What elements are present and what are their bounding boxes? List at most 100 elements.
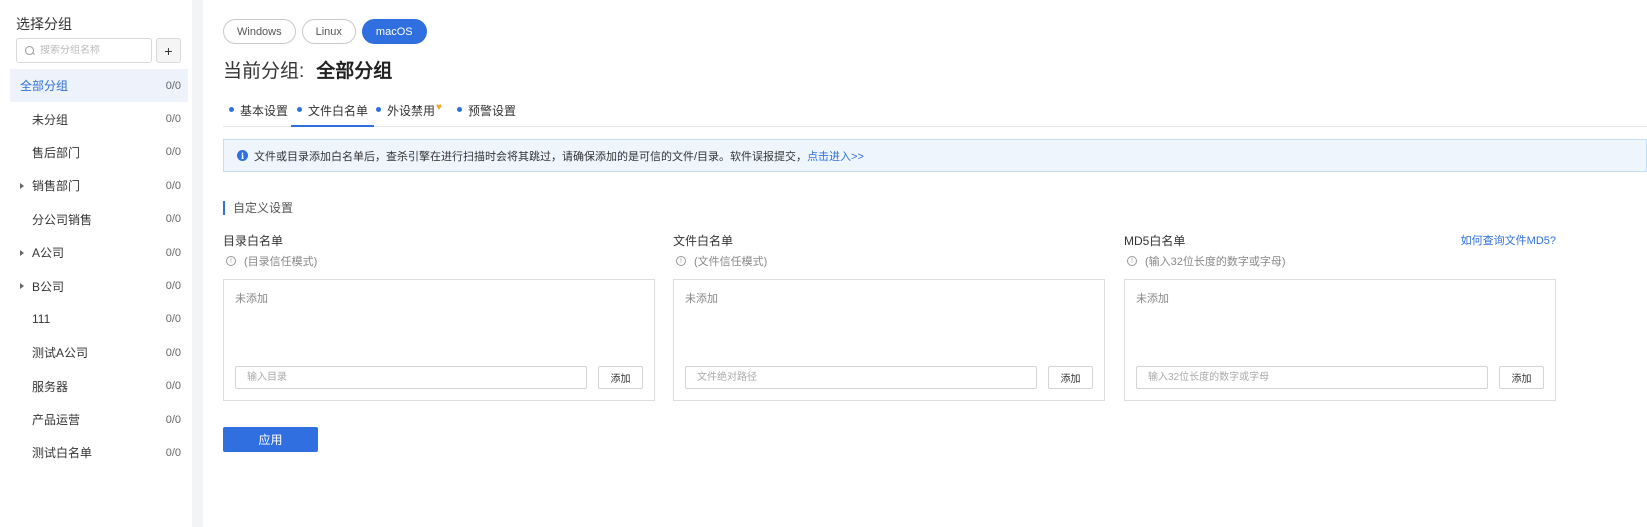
md5-add-button[interactable]: 添加 (1499, 366, 1544, 389)
group-item-servers[interactable]: 服务器 0/0 (10, 370, 188, 403)
info-outline-icon: ! (1127, 256, 1137, 266)
group-label: 111 (32, 312, 51, 327)
search-icon (25, 45, 35, 56)
group-search-box[interactable] (16, 38, 152, 63)
group-label: 测试白名单 (32, 446, 93, 461)
caret-right-icon[interactable] (20, 283, 24, 290)
group-item-test-company-a[interactable]: 测试A公司 0/0 (10, 336, 188, 369)
group-count: 0/0 (165, 280, 181, 293)
group-label: 售后部门 (32, 145, 81, 160)
group-label: B公司 (32, 279, 65, 294)
group-count: 0/0 (165, 179, 181, 192)
panel-subtitle: (文件信任模式) (694, 256, 768, 268)
group-count: 0/0 (165, 246, 181, 259)
panel-title: 目录白名单 (223, 234, 284, 248)
group-count: 0/0 (165, 146, 181, 159)
panel-subtitle-row: ! (目录信任模式) (223, 253, 655, 269)
current-group-heading: 当前分组: 全部分组 (223, 56, 392, 83)
file-add-button[interactable]: 添加 (1048, 366, 1093, 389)
bullet-dot-icon (376, 107, 381, 112)
dir-whitelist-panel: 目录白名单 ! (目录信任模式) 未添加 添加 (223, 232, 655, 401)
add-group-button[interactable]: + (156, 38, 181, 63)
caret-right-icon[interactable] (20, 249, 24, 256)
section-title: 自定义设置 (223, 201, 293, 215)
current-group-value: 全部分组 (316, 61, 393, 82)
os-tabs: Windows Linux macOS (223, 19, 427, 44)
panel-subtitle-row: ! (输入32位长度的数字或字母) (1124, 253, 1556, 269)
group-label: 全部分组 (20, 79, 69, 94)
notice-text: 文件或目录添加白名单后，查杀引擎在进行扫描时会将其跳过，请确保添加的是可信的文件… (254, 150, 808, 163)
info-icon: i (237, 150, 248, 161)
file-whitelist-box: 未添加 添加 (673, 279, 1105, 401)
group-count: 0/0 (165, 380, 181, 393)
group-item-test-whitelist[interactable]: 测试白名单 0/0 (10, 436, 188, 469)
group-label: 测试A公司 (32, 346, 89, 361)
group-count: 0/0 (165, 113, 181, 126)
group-label: A公司 (32, 246, 65, 261)
sidebar-title: 选择分组 (16, 16, 72, 32)
tab-label: 基本设置 (240, 104, 289, 118)
file-path-input[interactable] (685, 366, 1037, 389)
md5-help-link[interactable]: 如何查询文件MD5? (1461, 232, 1556, 248)
tab-label: 预警设置 (468, 104, 517, 118)
tab-file-whitelist[interactable]: 文件白名单 (291, 96, 375, 127)
heart-icon: ♥ (436, 102, 442, 113)
dir-whitelist-box: 未添加 添加 (223, 279, 655, 401)
md5-input[interactable] (1136, 366, 1488, 389)
panel-subtitle: (输入32位长度的数字或字母) (1145, 256, 1286, 268)
apply-button[interactable]: 应用 (223, 427, 318, 452)
empty-text: 未添加 (235, 293, 268, 305)
group-item-all[interactable]: 全部分组 0/0 (10, 69, 188, 103)
panel-title: 文件白名单 (673, 234, 734, 248)
group-count: 0/0 (165, 79, 181, 92)
empty-text: 未添加 (685, 293, 718, 305)
group-item-111[interactable]: 111 0/0 (10, 303, 188, 336)
current-group-label: 当前分组: (223, 61, 305, 82)
info-outline-icon: ! (676, 256, 686, 266)
bullet-dot-icon (297, 107, 302, 112)
dir-input[interactable] (235, 366, 587, 389)
panel-subtitle: (目录信任模式) (244, 256, 318, 268)
group-count: 0/0 (165, 313, 181, 326)
group-search-input[interactable] (40, 45, 140, 56)
os-tab-windows[interactable]: Windows (223, 19, 296, 44)
settings-tabs: 基本设置 文件白名单 外设禁用 ♥ 预警设置 (223, 96, 1647, 127)
group-item-product-ops[interactable]: 产品运营 0/0 (10, 403, 188, 436)
dir-add-button[interactable]: 添加 (598, 366, 643, 389)
os-tab-linux[interactable]: Linux (301, 19, 356, 44)
os-tab-macos[interactable]: macOS (361, 19, 427, 44)
md5-whitelist-panel: MD5白名单 如何查询文件MD5? ! (输入32位长度的数字或字母) 未添加 … (1124, 232, 1556, 401)
info-outline-icon: ! (226, 256, 236, 266)
group-sidebar: 选择分组 + 全部分组 0/0 未分组 0/0 售后部门 0/0 销售部门 0/… (0, 0, 192, 527)
group-item-branch-sales[interactable]: 分公司销售 0/0 (10, 203, 188, 236)
file-whitelist-panel: 文件白名单 ! (文件信任模式) 未添加 添加 (673, 232, 1105, 401)
group-label: 产品运营 (32, 413, 81, 428)
group-item-company-b[interactable]: B公司 0/0 (10, 269, 188, 302)
caret-right-icon[interactable] (20, 182, 24, 189)
info-notice: i 文件或目录添加白名单后，查杀引擎在进行扫描时会将其跳过，请确保添加的是可信的… (223, 139, 1647, 172)
tab-alert-settings[interactable]: 预警设置 (457, 96, 516, 127)
group-item-after-sales[interactable]: 售后部门 0/0 (10, 136, 188, 169)
tab-basic-settings[interactable]: 基本设置 (229, 96, 288, 127)
group-label: 未分组 (32, 112, 69, 127)
tab-label: 外设禁用 (387, 104, 436, 118)
group-label: 服务器 (32, 379, 69, 394)
md5-whitelist-box: 未添加 添加 (1124, 279, 1556, 401)
group-count: 0/0 (165, 346, 181, 359)
bullet-dot-icon (229, 107, 234, 112)
group-item-sales[interactable]: 销售部门 0/0 (10, 169, 188, 202)
notice-link[interactable]: 点击进入>> (807, 148, 864, 164)
group-count: 0/0 (165, 446, 181, 459)
tab-device-disable[interactable]: 外设禁用 ♥ (376, 96, 442, 127)
group-item-company-a[interactable]: A公司 0/0 (10, 236, 188, 269)
group-item-ungrouped[interactable]: 未分组 0/0 (10, 102, 188, 135)
main-content: Windows Linux macOS 当前分组: 全部分组 基本设置 文件白名… (203, 0, 1647, 527)
panel-subtitle-row: ! (文件信任模式) (673, 253, 1105, 269)
group-label: 分公司销售 (32, 212, 93, 227)
group-list: 全部分组 0/0 未分组 0/0 售后部门 0/0 销售部门 0/0 分公司销售… (10, 69, 188, 470)
group-count: 0/0 (165, 413, 181, 426)
group-count: 0/0 (165, 213, 181, 226)
group-label: 销售部门 (32, 179, 81, 194)
empty-text: 未添加 (1136, 293, 1169, 305)
bullet-dot-icon (457, 107, 462, 112)
